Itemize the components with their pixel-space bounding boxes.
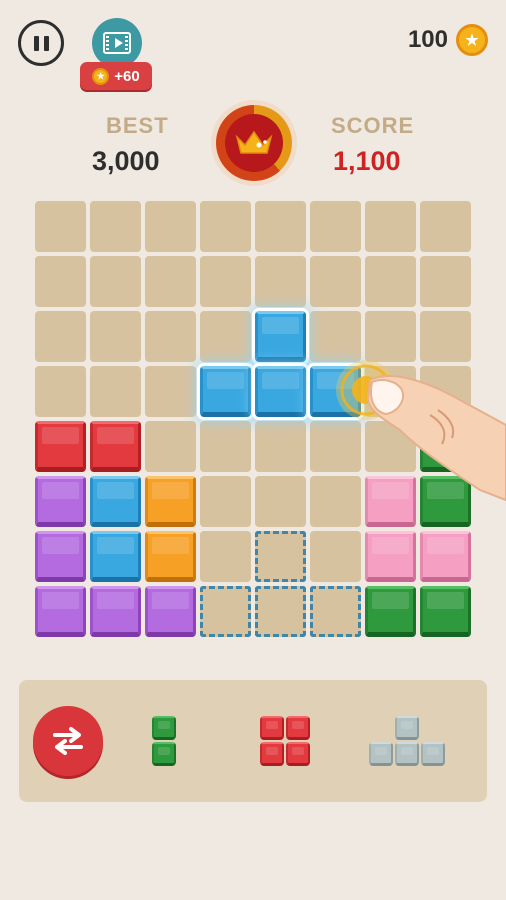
placed-block-purple bbox=[35, 531, 86, 582]
board-cell[interactable] bbox=[420, 256, 471, 307]
best-score: 3,000 bbox=[92, 146, 160, 176]
board-cell[interactable] bbox=[420, 201, 471, 252]
board-cell[interactable] bbox=[365, 201, 416, 252]
current-score: 1,100 bbox=[333, 146, 401, 176]
board-cell[interactable] bbox=[35, 201, 86, 252]
placed-block-purple bbox=[35, 476, 86, 527]
placed-block-purple bbox=[145, 586, 196, 637]
board-cell[interactable] bbox=[200, 531, 251, 582]
score-label: SCORE bbox=[331, 113, 415, 138]
placed-block-red bbox=[35, 421, 86, 472]
tray-piece-cell bbox=[395, 716, 419, 740]
swap-arrows-icon bbox=[53, 727, 83, 755]
board-cell[interactable] bbox=[145, 201, 196, 252]
board-cell[interactable] bbox=[255, 256, 306, 307]
board-cell[interactable] bbox=[90, 311, 141, 362]
board-cell[interactable] bbox=[145, 311, 196, 362]
board-cell[interactable] bbox=[145, 366, 196, 417]
board-cell[interactable] bbox=[90, 201, 141, 252]
watch-video-button[interactable] bbox=[92, 18, 142, 68]
placed-block-blue bbox=[90, 476, 141, 527]
placed-block-pink bbox=[420, 531, 471, 582]
board-cell[interactable] bbox=[35, 256, 86, 307]
crown-badge bbox=[211, 100, 297, 186]
swap-pieces-button[interactable] bbox=[33, 706, 103, 776]
drop-target-outline bbox=[255, 531, 306, 582]
placed-block-green bbox=[420, 586, 471, 637]
board-cell[interactable] bbox=[200, 201, 251, 252]
placed-block-blue bbox=[90, 531, 141, 582]
pause-icon bbox=[33, 35, 49, 51]
board-cell[interactable] bbox=[310, 256, 361, 307]
tray-piece-cell bbox=[286, 716, 310, 740]
best-label: BEST bbox=[106, 113, 169, 138]
board-cell[interactable] bbox=[145, 421, 196, 472]
board-cell[interactable] bbox=[255, 421, 306, 472]
board-cell[interactable] bbox=[200, 476, 251, 527]
board-cell[interactable] bbox=[35, 311, 86, 362]
coin-balance: 100 ★ bbox=[408, 24, 488, 56]
board-cell[interactable] bbox=[310, 531, 361, 582]
coin-icon: ★ bbox=[92, 67, 110, 85]
placed-block-pink bbox=[365, 531, 416, 582]
dragging-piece-block[interactable] bbox=[255, 311, 306, 362]
video-reward-badge[interactable]: ★ +60 bbox=[80, 62, 152, 90]
crown-icon bbox=[235, 130, 273, 154]
placed-block-purple bbox=[90, 586, 141, 637]
placed-block-green bbox=[365, 586, 416, 637]
reward-amount: +60 bbox=[114, 67, 140, 85]
board-cell[interactable] bbox=[365, 256, 416, 307]
drop-target-outline bbox=[200, 586, 251, 637]
pause-button[interactable] bbox=[18, 20, 64, 66]
board-cell[interactable] bbox=[90, 366, 141, 417]
tray-piece-cell bbox=[152, 716, 176, 740]
board-cell[interactable] bbox=[145, 256, 196, 307]
dragging-piece-block[interactable] bbox=[200, 366, 251, 417]
placed-block-red bbox=[90, 421, 141, 472]
drop-target-outline bbox=[310, 586, 361, 637]
coin-icon: ★ bbox=[456, 24, 488, 56]
tray-piece-cell bbox=[286, 742, 310, 766]
tray-piece-cell bbox=[260, 742, 284, 766]
board-cell[interactable] bbox=[90, 256, 141, 307]
tray-piece-cell bbox=[260, 716, 284, 740]
board-cell[interactable] bbox=[200, 311, 251, 362]
video-ad-icon bbox=[103, 32, 131, 54]
board-cell[interactable] bbox=[310, 201, 361, 252]
tray-piece-cell bbox=[369, 742, 393, 766]
board-cell[interactable] bbox=[200, 421, 251, 472]
tray-piece-cell bbox=[395, 742, 419, 766]
dragging-piece-block[interactable] bbox=[255, 366, 306, 417]
board-cell[interactable] bbox=[35, 366, 86, 417]
placed-block-orange bbox=[145, 476, 196, 527]
coin-count: 100 bbox=[407, 26, 448, 53]
finger-pointer-icon bbox=[336, 360, 506, 502]
tray-piece-cell bbox=[152, 742, 176, 766]
drop-target-outline bbox=[255, 586, 306, 637]
board-cell[interactable] bbox=[200, 256, 251, 307]
board-cell[interactable] bbox=[255, 201, 306, 252]
placed-block-orange bbox=[145, 531, 196, 582]
placed-block-purple bbox=[35, 586, 86, 637]
board-cell[interactable] bbox=[255, 476, 306, 527]
tray-piece-cell bbox=[421, 742, 445, 766]
